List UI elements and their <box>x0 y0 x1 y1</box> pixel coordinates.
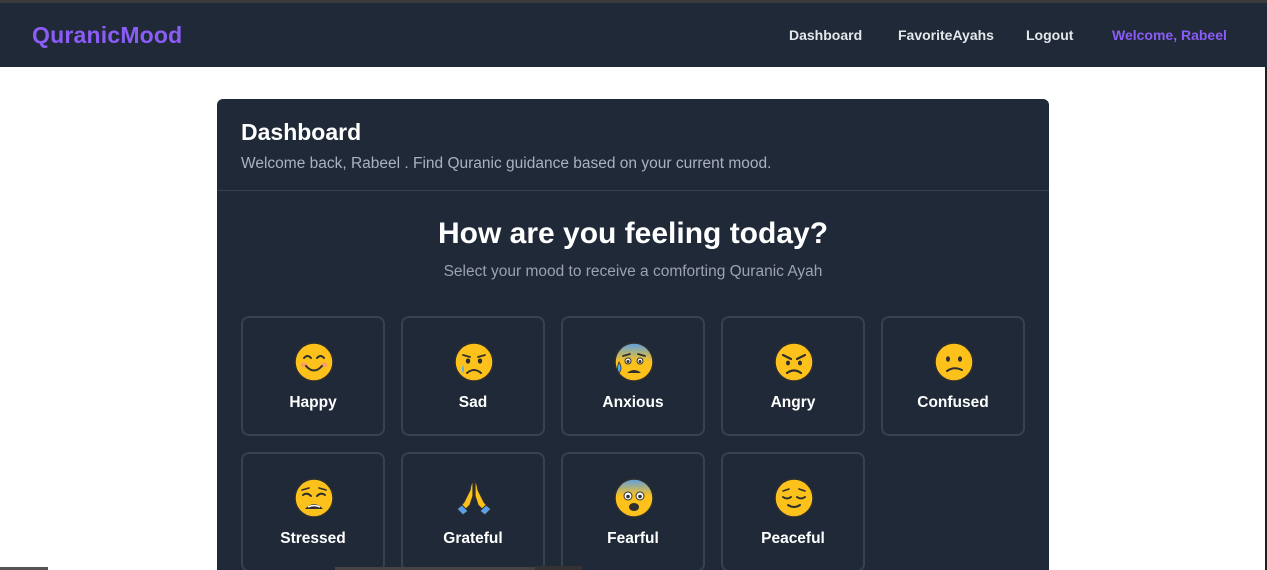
mood-label: Happy <box>289 394 337 411</box>
mood-label: Fearful <box>607 530 659 547</box>
mood-question-subtitle: Select your mood to receive a comforting… <box>443 263 823 280</box>
dashboard-card: Dashboard Welcome back, Rabeel . Find Qu… <box>217 99 1049 570</box>
crying-face-icon <box>454 342 494 382</box>
mood-label: Sad <box>458 394 488 411</box>
nav-link-favorite-ayahs[interactable]: FavoriteAyahs <box>898 27 994 43</box>
anxious-sweat-face-icon <box>614 342 654 382</box>
mood-label: Peaceful <box>761 530 825 547</box>
bottom-scroll-indicator <box>535 566 582 570</box>
top-navbar: QuranicMood Dashboard FavoriteAyahs Logo… <box>0 3 1267 67</box>
angry-face-icon <box>774 342 814 382</box>
mood-button-fearful[interactable]: Fearful <box>561 452 705 570</box>
mood-button-confused[interactable]: Confused <box>881 316 1025 436</box>
mood-label: Angry <box>770 394 816 411</box>
welcome-subtitle: Welcome back, Rabeel . Find Quranic guid… <box>241 155 772 172</box>
folded-hands-icon <box>454 478 494 518</box>
page-title: Dashboard <box>241 119 362 145</box>
confused-face-icon <box>934 342 974 382</box>
welcome-user-text: Welcome, Rabeel <box>1112 27 1227 43</box>
mood-button-angry[interactable]: Angry <box>721 316 865 436</box>
mood-button-stressed[interactable]: Stressed <box>241 452 385 570</box>
fearful-face-icon <box>614 478 654 518</box>
mood-label: Anxious <box>602 394 664 411</box>
nav-link-logout[interactable]: Logout <box>1026 27 1073 43</box>
mood-label: Stressed <box>280 530 346 547</box>
card-header: Dashboard Welcome back, Rabeel . Find Qu… <box>217 99 1049 191</box>
nav-link-dashboard[interactable]: Dashboard <box>789 27 862 43</box>
relieved-face-icon <box>774 478 814 518</box>
brand-logo[interactable]: QuranicMood <box>32 22 182 49</box>
mood-button-grateful[interactable]: Grateful <box>401 452 545 570</box>
mood-question-heading: How are you feeling today? <box>437 217 829 250</box>
mood-label: Confused <box>917 394 989 411</box>
mood-button-peaceful[interactable]: Peaceful <box>721 452 865 570</box>
mood-button-anxious[interactable]: Anxious <box>561 316 705 436</box>
mood-label: Grateful <box>443 530 503 547</box>
smiling-face-icon <box>294 342 334 382</box>
weary-face-icon <box>294 478 334 518</box>
mood-button-sad[interactable]: Sad <box>401 316 545 436</box>
mood-button-happy[interactable]: Happy <box>241 316 385 436</box>
